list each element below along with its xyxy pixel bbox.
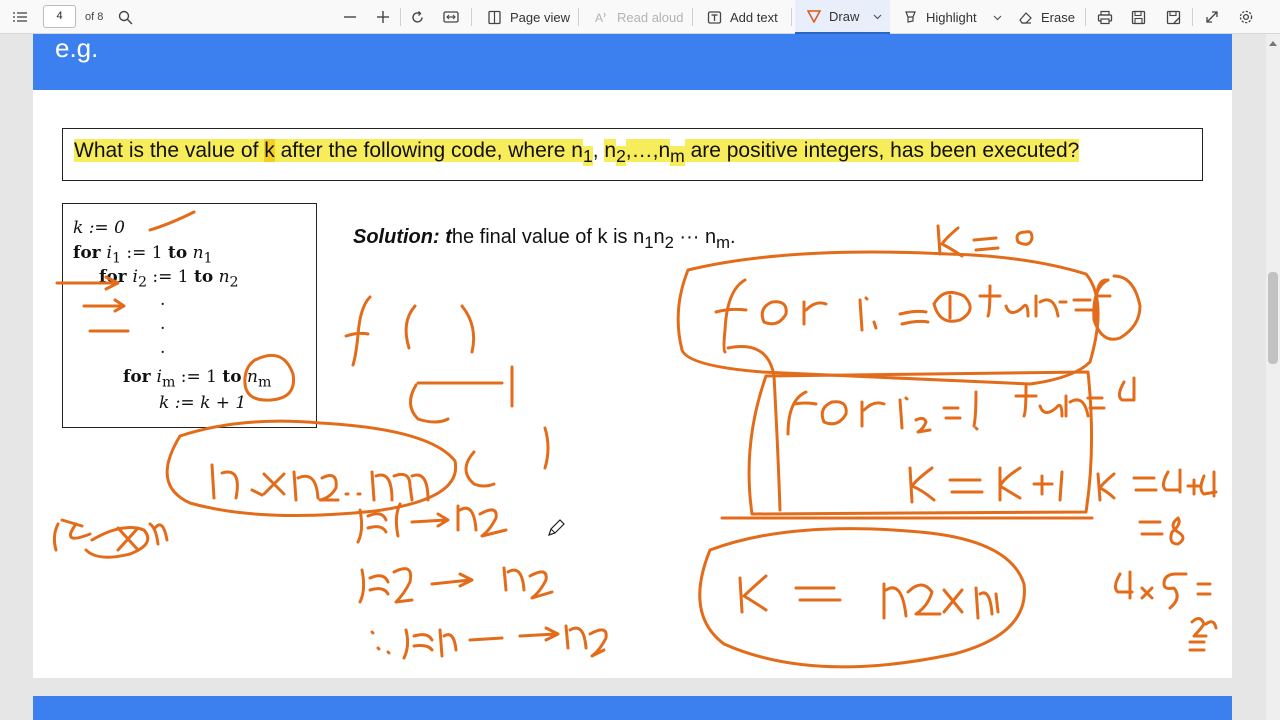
- next-page-header-bar: [33, 696, 1232, 720]
- scrollbar-thumb[interactable]: [1268, 272, 1278, 364]
- pencil-cursor-icon: [546, 518, 566, 543]
- scrollbar-track[interactable]: [1266, 34, 1280, 720]
- ink-annotations: [52, 210, 1218, 669]
- scroll-up-arrow-icon[interactable]: [1267, 36, 1279, 54]
